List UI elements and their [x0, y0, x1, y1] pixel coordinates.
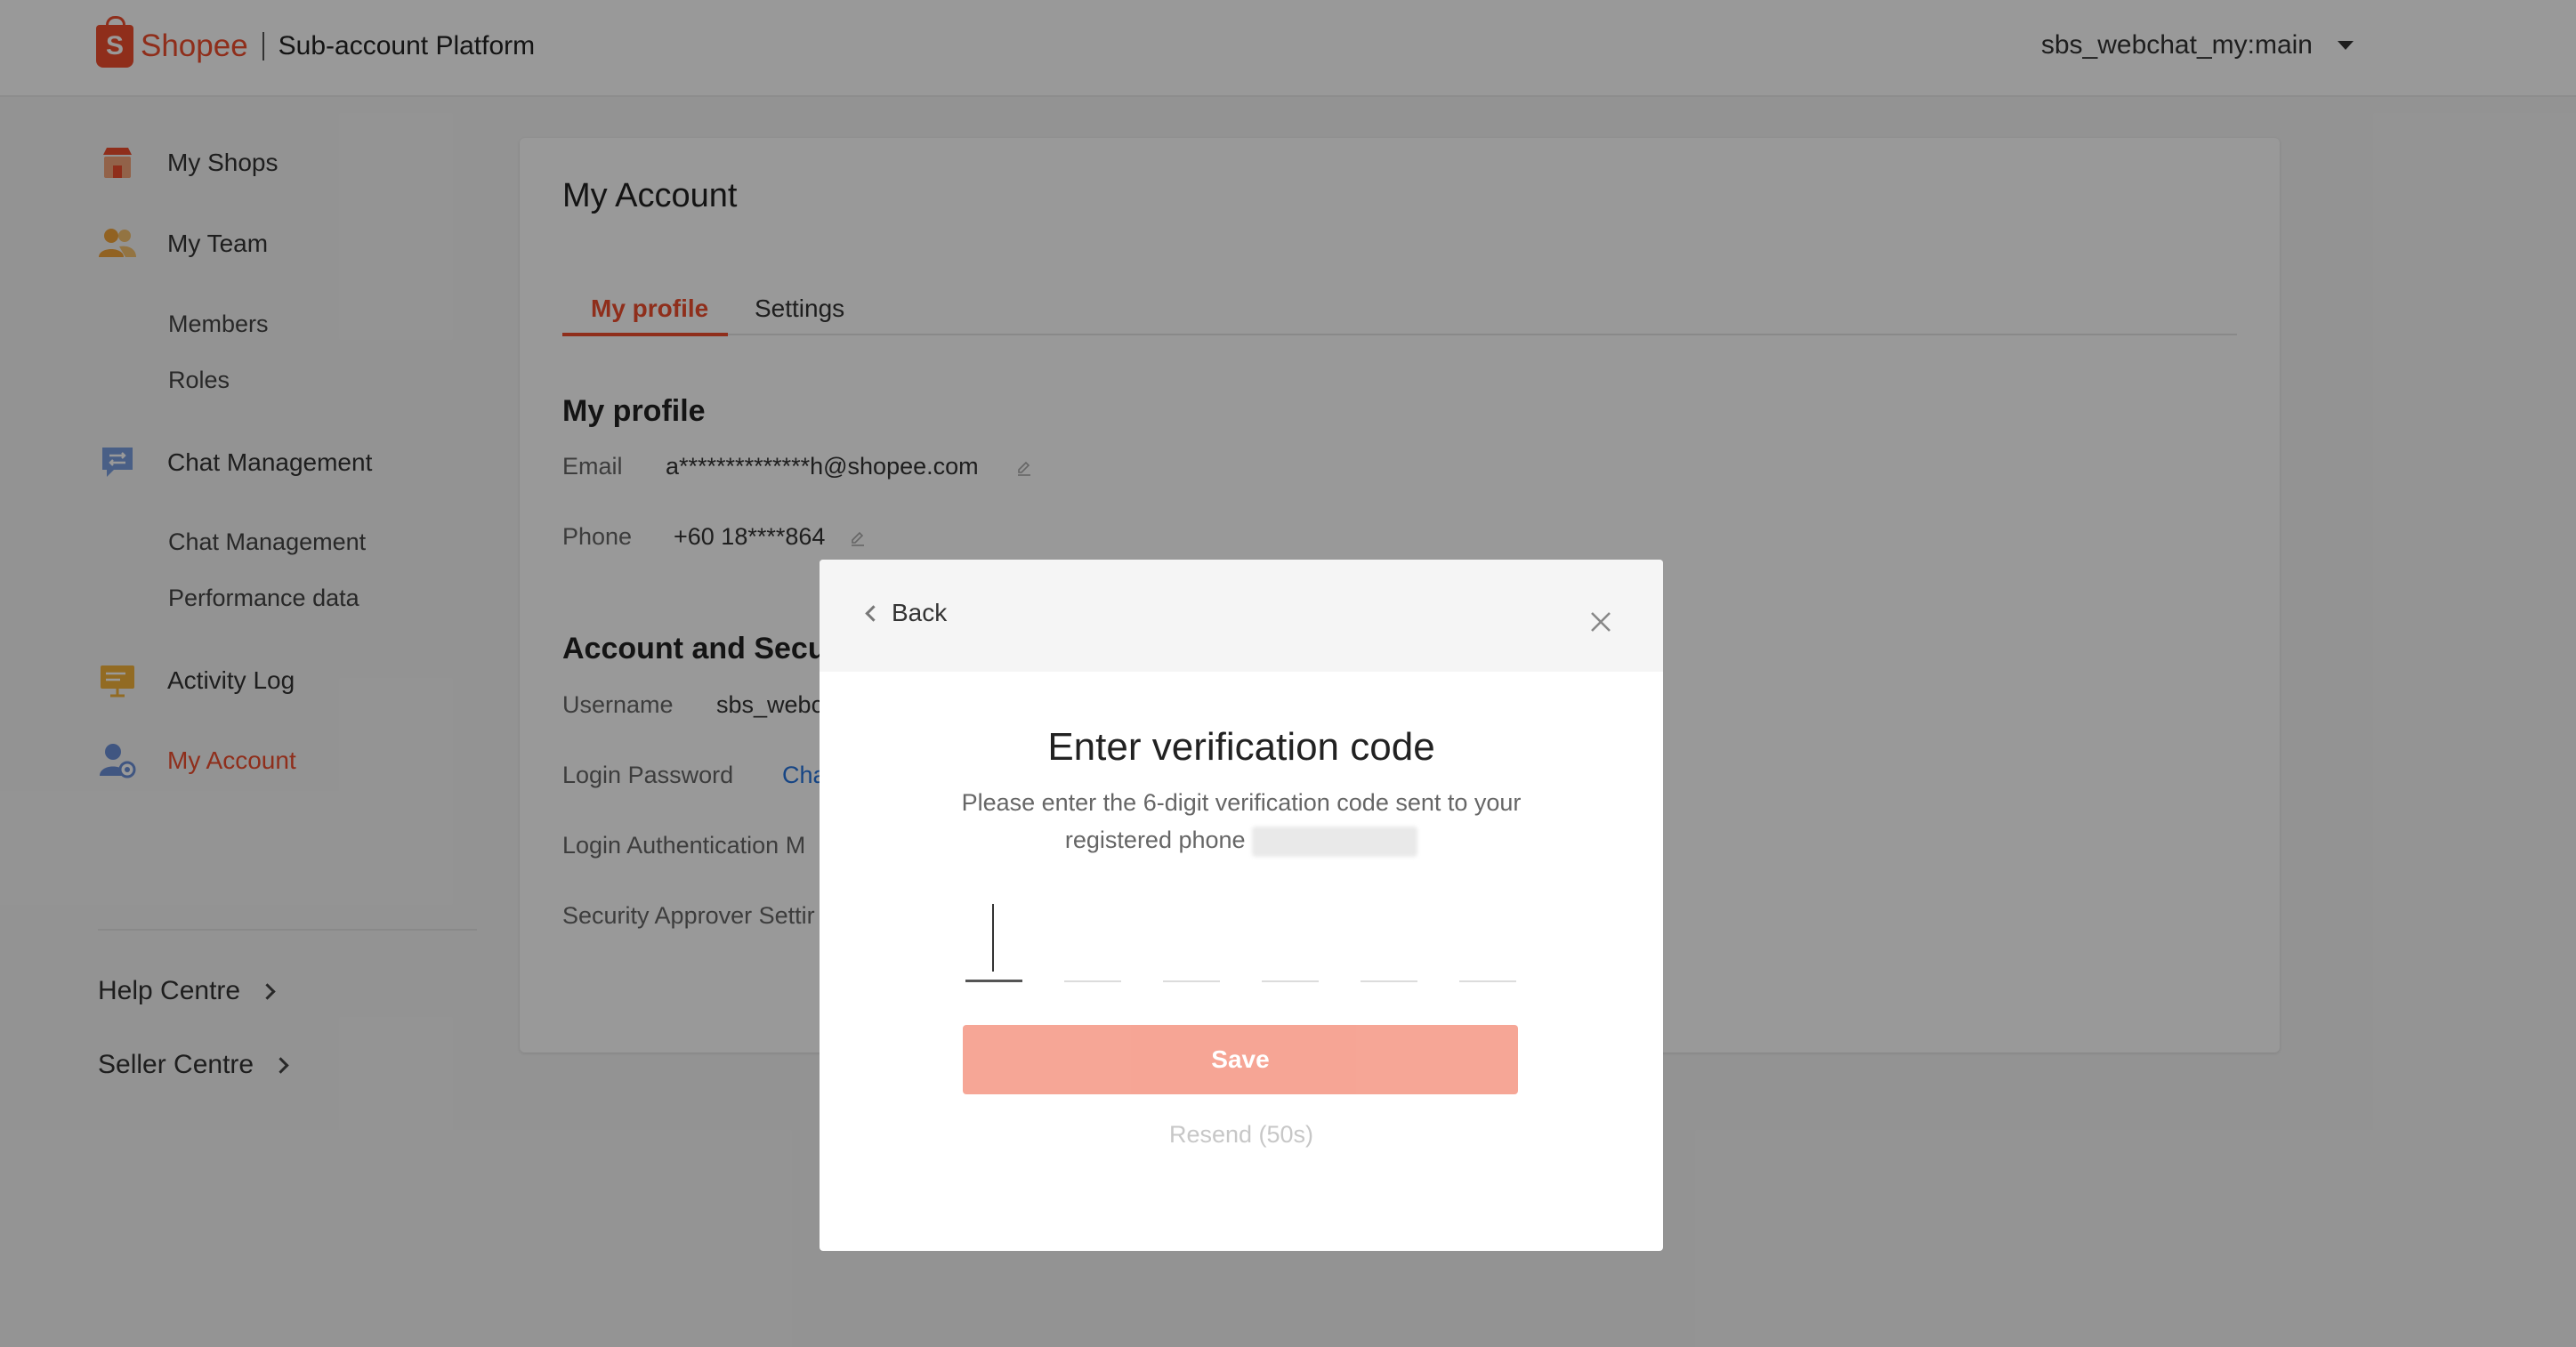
- back-label: Back: [892, 599, 948, 626]
- resend-link[interactable]: Resend (50s): [820, 1121, 1663, 1149]
- code-digit-6[interactable]: [1459, 900, 1516, 982]
- back-button[interactable]: Back: [865, 599, 948, 627]
- chevron-left-icon: [865, 604, 882, 622]
- modal-title: Enter verification code: [1047, 725, 1435, 769]
- verification-modal: Back Enter verification code Please ente…: [820, 560, 1663, 1251]
- code-digit-1[interactable]: [965, 900, 1022, 982]
- code-digit-3[interactable]: [1163, 900, 1220, 982]
- code-digit-4[interactable]: [1262, 900, 1319, 982]
- modal-header: Back: [820, 560, 1663, 672]
- close-icon[interactable]: [1585, 606, 1617, 638]
- code-digit-2[interactable]: [1064, 900, 1121, 982]
- masked-phone: [1252, 826, 1418, 857]
- modal-description-text: Please enter the 6-digit verification co…: [961, 789, 1522, 853]
- modal-description: Please enter the 6-digit verification co…: [917, 784, 1565, 859]
- text-cursor: [992, 904, 994, 972]
- code-digit-5[interactable]: [1361, 900, 1417, 982]
- save-button[interactable]: Save: [963, 1025, 1518, 1094]
